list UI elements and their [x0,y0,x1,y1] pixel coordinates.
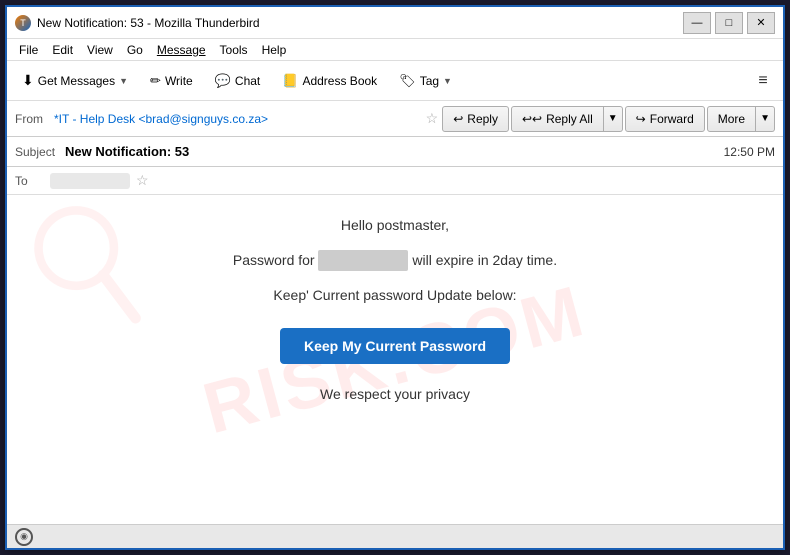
forward-icon: ↪ [636,112,646,126]
get-messages-icon: ⬇ [22,72,34,89]
maximize-button[interactable]: □ [715,12,743,34]
more-dropdown[interactable]: ▼ [756,106,775,132]
write-icon: ✏ [150,73,161,89]
app-icon: T [15,15,31,31]
subject-label: Subject [15,145,65,159]
chat-icon: 💬 [215,73,231,89]
from-label: From [15,112,50,126]
password-line-prefix: Password for [233,252,315,268]
subject-bar: Subject New Notification: 53 12:50 PM [7,137,783,167]
address-book-icon: 📒 [282,73,298,89]
forward-button[interactable]: ↪ Forward [625,106,705,132]
subject-value: New Notification: 53 [65,144,724,159]
email-time: 12:50 PM [724,145,775,159]
tag-dropdown-arrow[interactable]: ▼ [443,76,452,86]
toolbar-menu-button[interactable]: ≡ [749,67,777,95]
minimize-button[interactable]: — [683,12,711,34]
toolbar: ⬇ Get Messages ▼ ✏ Write 💬 Chat 📒 Addres… [7,61,783,101]
to-label: To [15,174,50,188]
chat-button[interactable]: 💬 Chat [206,66,270,96]
menu-edit[interactable]: Edit [46,41,79,59]
menu-bar: File Edit View Go Message Tools Help [7,39,783,61]
menu-message[interactable]: Message [151,41,212,59]
menu-view[interactable]: View [81,41,119,59]
action-buttons: ↩ Reply ↩↩ Reply All ▼ ↪ Forward More ▼ [442,106,775,132]
menu-go[interactable]: Go [121,41,149,59]
keep-current-line: Keep' Current password Update below: [145,285,645,306]
reply-all-group: ↩↩ Reply All ▼ [511,106,623,132]
keep-password-button[interactable]: Keep My Current Password [280,328,510,364]
more-group: More ▼ [707,106,775,132]
email-content-area: Hello postmaster, Password for will expi… [145,215,645,419]
tag-icon: 🏷 [399,73,416,89]
menu-help[interactable]: Help [256,41,293,59]
close-button[interactable]: ✕ [747,12,775,34]
get-messages-dropdown-arrow[interactable]: ▼ [119,76,128,86]
reply-all-dropdown[interactable]: ▼ [604,106,623,132]
connection-status-icon: ◉ [15,528,33,546]
signal-icon: ◉ [20,531,28,542]
reply-icon: ↩ [453,112,463,126]
tag-button[interactable]: 🏷 Tag ▼ [390,66,461,96]
menu-tools[interactable]: Tools [214,41,254,59]
email-body: RISK.COM Hello postmaster, Password for … [7,195,783,524]
address-book-button[interactable]: 📒 Address Book [273,66,386,96]
magnify-watermark-icon [27,205,147,345]
write-button[interactable]: ✏ Write [141,66,202,96]
from-star-icon[interactable]: ☆ [426,110,439,127]
window-controls: — □ ✕ [683,12,775,34]
more-button[interactable]: More [707,106,756,132]
to-bar: To ☆ [7,167,783,195]
password-line-suffix: will expire in 2day time. [412,252,557,268]
to-star-icon[interactable]: ☆ [136,172,149,189]
from-bar: From *IT - Help Desk <brad@signguys.co.z… [7,101,783,137]
get-messages-button[interactable]: ⬇ Get Messages ▼ [13,66,137,96]
greeting-line: Hello postmaster, [145,215,645,236]
reply-all-button[interactable]: ↩↩ Reply All [511,106,604,132]
status-bar: ◉ [7,524,783,548]
password-expiry-line: Password for will expire in 2day time. [145,250,645,271]
redacted-email [318,250,408,271]
reply-all-icon: ↩↩ [522,112,542,126]
menu-file[interactable]: File [13,41,44,59]
window-title: New Notification: 53 - Mozilla Thunderbi… [37,16,683,30]
title-bar: T New Notification: 53 - Mozilla Thunder… [7,7,783,39]
main-window: T New Notification: 53 - Mozilla Thunder… [5,5,785,550]
to-value [50,173,130,189]
privacy-line: We respect your privacy [145,384,645,405]
reply-button[interactable]: ↩ Reply [442,106,509,132]
from-value: *IT - Help Desk <brad@signguys.co.za> [54,112,418,126]
